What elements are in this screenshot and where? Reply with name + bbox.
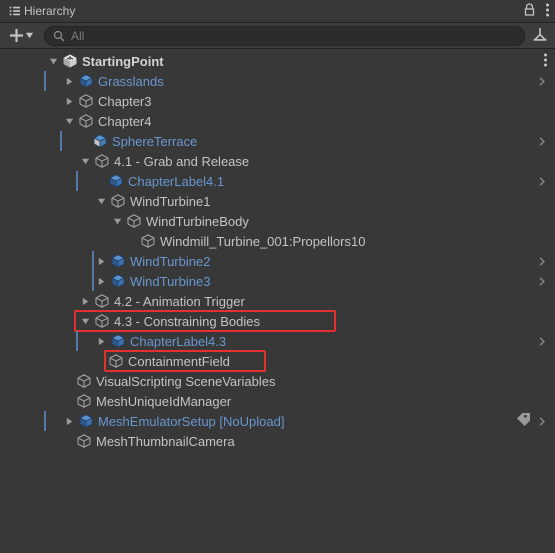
foldout-icon[interactable] xyxy=(62,94,76,108)
item-label: WindTurbine2 xyxy=(130,254,210,269)
create-button[interactable] xyxy=(4,27,40,44)
tree-row-thumb[interactable]: MeshThumbnailCamera xyxy=(0,431,555,451)
tree-row-41[interactable]: 4.1 - Grab and Release xyxy=(0,151,555,171)
open-prefab-icon[interactable] xyxy=(538,414,547,429)
prefab-icon xyxy=(108,173,124,189)
open-prefab-icon[interactable] xyxy=(538,74,547,89)
prefab-icon xyxy=(110,333,126,349)
item-label: 4.3 - Constraining Bodies xyxy=(114,314,260,329)
item-label: 4.1 - Grab and Release xyxy=(114,154,249,169)
item-label: ContainmentField xyxy=(128,354,230,369)
gameobject-icon xyxy=(94,153,110,169)
item-label: Grasslands xyxy=(98,74,164,89)
foldout-icon[interactable] xyxy=(94,334,108,348)
item-label: SphereTerrace xyxy=(112,134,197,149)
tree-row-cl41[interactable]: ChapterLabel4.1 xyxy=(0,171,555,191)
item-label: VisualScripting SceneVariables xyxy=(96,374,275,389)
plus-icon xyxy=(10,29,23,42)
tree-row-43[interactable]: 4.3 - Constraining Bodies xyxy=(0,311,555,331)
dropdown-icon xyxy=(25,31,34,40)
item-label: ChapterLabel4.3 xyxy=(130,334,226,349)
item-label: Chapter4 xyxy=(98,114,151,129)
gameobject-icon xyxy=(78,93,94,109)
gameobject-icon xyxy=(140,233,156,249)
item-label: MeshEmulatorSetup [NoUpload] xyxy=(98,414,284,429)
tree-row-wt3[interactable]: WindTurbine3 xyxy=(0,271,555,291)
tree-row-wtb[interactable]: WindTurbineBody xyxy=(0,211,555,231)
gameobject-icon xyxy=(94,293,110,309)
tree-row-prop[interactable]: Windmill_Turbine_001:Propellors10 xyxy=(0,231,555,251)
open-prefab-icon[interactable] xyxy=(538,274,547,289)
gameobject-icon xyxy=(78,113,94,129)
tab-label: Hierarchy xyxy=(24,4,75,18)
open-prefab-icon[interactable] xyxy=(538,174,547,189)
search-icon xyxy=(53,30,65,42)
prefab-icon xyxy=(110,253,126,269)
tab-hierarchy[interactable]: Hierarchy xyxy=(0,0,83,22)
lock-icon[interactable] xyxy=(523,3,536,19)
gameobject-icon xyxy=(110,193,126,209)
toolbar xyxy=(0,23,555,49)
item-label: WindTurbine3 xyxy=(130,274,210,289)
tree-row-muid[interactable]: MeshUniqueIdManager xyxy=(0,391,555,411)
gameobject-icon xyxy=(94,313,110,329)
tab-bar: Hierarchy xyxy=(0,0,555,23)
tree-row-sphereterrace[interactable]: SphereTerrace xyxy=(0,131,555,151)
item-label: ChapterLabel4.1 xyxy=(128,174,224,189)
item-label: MeshThumbnailCamera xyxy=(96,434,235,449)
scene-menu-icon[interactable] xyxy=(544,53,547,70)
gameobject-icon xyxy=(76,433,92,449)
item-label: 4.2 - Animation Trigger xyxy=(114,294,245,309)
tree-row-containment[interactable]: ContainmentField xyxy=(0,351,555,371)
gameobject-icon xyxy=(126,213,142,229)
panel-menu-icon[interactable] xyxy=(546,3,549,20)
item-label: WindTurbineBody xyxy=(146,214,249,229)
tree-row-wt2[interactable]: WindTurbine2 xyxy=(0,251,555,271)
foldout-icon[interactable] xyxy=(62,114,76,128)
tree-row-mesetup[interactable]: MeshEmulatorSetup [NoUpload] xyxy=(0,411,555,431)
item-label: MeshUniqueIdManager xyxy=(96,394,231,409)
hierarchy-tree[interactable]: StartingPoint Grasslands Chapter3 Chapte… xyxy=(0,49,555,553)
foldout-icon[interactable] xyxy=(94,274,108,288)
open-prefab-icon[interactable] xyxy=(538,254,547,269)
item-label: Windmill_Turbine_001:Propellors10 xyxy=(160,234,365,249)
foldout-icon[interactable] xyxy=(62,74,76,88)
tag-icon xyxy=(517,413,530,429)
open-prefab-icon[interactable] xyxy=(538,134,547,149)
tree-row-cl43[interactable]: ChapterLabel4.3 xyxy=(0,331,555,351)
tree-row-chapter4[interactable]: Chapter4 xyxy=(0,111,555,131)
foldout-icon[interactable] xyxy=(110,214,124,228)
prefab-variant-icon xyxy=(92,133,108,149)
prefab-icon xyxy=(110,273,126,289)
unity-scene-icon xyxy=(62,53,78,69)
tree-row-vss[interactable]: VisualScripting SceneVariables xyxy=(0,371,555,391)
item-label: WindTurbine1 xyxy=(130,194,210,209)
foldout-icon[interactable] xyxy=(94,254,108,268)
foldout-icon[interactable] xyxy=(78,314,92,328)
open-prefab-icon[interactable] xyxy=(538,334,547,349)
hierarchy-icon xyxy=(8,5,20,17)
foldout-icon[interactable] xyxy=(78,294,92,308)
gameobject-icon xyxy=(108,353,124,369)
tree-row-chapter3[interactable]: Chapter3 xyxy=(0,91,555,111)
prefab-icon xyxy=(78,413,94,429)
foldout-icon[interactable] xyxy=(46,54,60,68)
scene-row[interactable]: StartingPoint xyxy=(0,51,555,71)
search-input[interactable] xyxy=(71,29,516,43)
prefab-icon xyxy=(78,73,94,89)
search-field[interactable] xyxy=(44,26,525,46)
foldout-icon[interactable] xyxy=(62,414,76,428)
gameobject-icon xyxy=(76,373,92,389)
foldout-icon[interactable] xyxy=(78,154,92,168)
foldout-icon[interactable] xyxy=(94,194,108,208)
item-label: Chapter3 xyxy=(98,94,151,109)
gameobject-icon xyxy=(76,393,92,409)
scene-label: StartingPoint xyxy=(82,54,164,69)
save-search-icon[interactable] xyxy=(529,27,551,44)
tree-row-wt1[interactable]: WindTurbine1 xyxy=(0,191,555,211)
tree-row-grasslands[interactable]: Grasslands xyxy=(0,71,555,91)
tree-row-42[interactable]: 4.2 - Animation Trigger xyxy=(0,291,555,311)
